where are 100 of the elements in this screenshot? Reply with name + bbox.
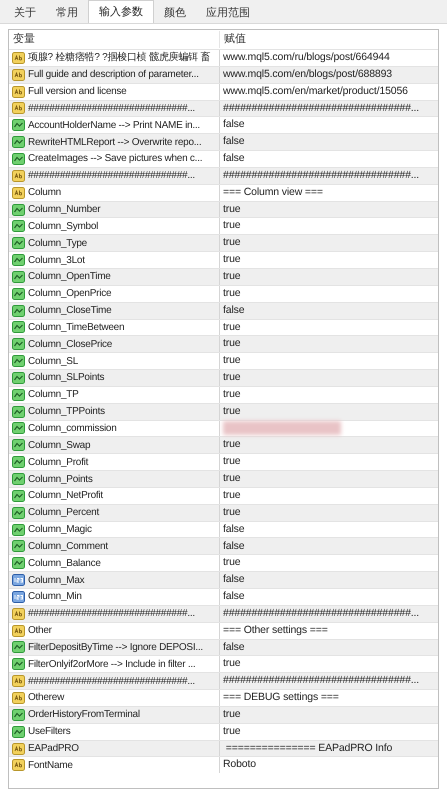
parameter-name: Column_OpenTime — [28, 270, 111, 284]
column-header: 变量 — [9, 31, 220, 48]
chart-type-icon — [12, 641, 25, 654]
parameter-name: Column_commission — [28, 422, 117, 436]
chart-type-icon — [12, 119, 25, 132]
parameter-name: UseFilters — [28, 725, 71, 740]
chart-type-icon — [12, 304, 25, 317]
parameter-value: true — [223, 706, 240, 722]
parameter-name: ##############################... — [28, 674, 195, 689]
parameter-name: CreateImages --> Save pictures when c... — [28, 152, 202, 166]
parameter-name: EAPadPRO — [28, 742, 79, 756]
parameter-name: FilterOnlyif2orMore --> Include in filter ... — [28, 658, 196, 672]
parameter-name: ##############################... — [28, 607, 195, 622]
text-type-icon — [12, 608, 25, 620]
text-type-icon — [12, 52, 25, 64]
parameter-value: #################################... — [223, 606, 420, 621]
parameter-value: true — [223, 202, 240, 217]
tab[interactable]: 应用范围 — [196, 3, 260, 23]
chart-type-icon — [12, 204, 25, 216]
column-header: 赋值 — [223, 32, 247, 48]
chart-type-icon — [12, 473, 25, 486]
parameter-value: true — [223, 286, 240, 301]
parameter-value: true — [223, 504, 240, 520]
chart-type-icon — [12, 220, 25, 232]
parameter-value: #################################... — [223, 673, 420, 688]
parameter-value: www.mql5.com/en/blogs/post/688893 — [223, 66, 392, 82]
parameter-name: Column_Balance — [28, 556, 101, 571]
parameter-value: === Column view === — [223, 184, 323, 200]
parameter-value: true — [223, 724, 240, 739]
parameter-name: Full version and license — [28, 85, 126, 100]
parameter-name: RewriteHTMLReport --> Overwrite repo... — [28, 136, 202, 150]
parameter-name: FilterDepositByTime --> Ignore DEPOSI... — [28, 640, 203, 655]
parameter-value: false — [223, 151, 244, 166]
parameter-name: Otherew — [28, 691, 64, 706]
chart-type-icon — [12, 658, 25, 670]
parameter-value: true — [223, 437, 240, 452]
parameter-name: Column_Min — [28, 590, 82, 604]
chart-type-icon — [12, 321, 25, 334]
parameter-name: Column_3Lot — [28, 254, 85, 268]
parameter-value: true — [223, 488, 240, 503]
chart-type-icon — [12, 439, 25, 452]
parameter-value: true — [223, 353, 240, 368]
text-type-icon — [12, 102, 25, 114]
parameter-name: Column_Magic — [28, 523, 92, 538]
tab[interactable]: 关于 — [4, 3, 46, 23]
text-type-icon — [12, 624, 25, 637]
parameter-name: Column_SLPoints — [28, 371, 104, 386]
chart-type-icon — [12, 270, 25, 283]
parameter-value: true — [223, 235, 240, 250]
parameter-name: Column_ClosePrice — [28, 338, 112, 352]
parameter-name: Column_TimeBetween — [28, 320, 124, 335]
parameter-name: Column_Points — [28, 472, 93, 487]
parameter-name: Column_Profit — [28, 456, 88, 470]
parameter-name: Column_NetProfit — [28, 489, 103, 504]
chart-type-icon — [12, 540, 25, 552]
parameter-name: ##############################... — [28, 169, 195, 184]
parameter-name: Column_CloseTime — [28, 304, 112, 318]
chart-type-icon — [12, 355, 25, 368]
parameter-value: true — [223, 656, 240, 672]
parameter-name: Column — [28, 186, 61, 200]
chart-type-icon — [12, 406, 25, 418]
parameter-name: ##############################... — [28, 102, 195, 116]
parameter-value: #################################... — [223, 168, 420, 183]
parameter-value: true — [223, 218, 240, 234]
parameter-value: true — [223, 454, 240, 470]
parameter-name: Column_OpenPrice — [28, 287, 112, 302]
parameter-name: FontName — [28, 758, 73, 773]
chart-type-icon — [12, 372, 25, 384]
chart-type-icon — [12, 557, 25, 570]
chart-type-icon — [12, 288, 25, 300]
chart-type-icon — [12, 422, 25, 434]
parameter-name: Column_Symbol — [28, 220, 98, 234]
parameter-name: AccountHolderName --> Print NAME in... — [28, 118, 200, 133]
tab[interactable]: 输入参数 — [88, 0, 154, 23]
parameter-value: true — [223, 370, 240, 386]
parameter-value: false — [223, 538, 244, 554]
parameter-name: Column_Comment — [28, 540, 108, 554]
parameter-value: false — [223, 589, 244, 604]
chart-type-icon — [12, 506, 25, 519]
parameter-name: Other — [28, 624, 52, 638]
parameter-value: true — [223, 555, 240, 570]
text-type-icon — [12, 742, 25, 755]
chart-type-icon — [12, 726, 25, 738]
chart-type-icon — [12, 388, 25, 401]
tab[interactable]: 颜色 — [154, 3, 196, 23]
text-type-icon — [12, 68, 25, 81]
parameter-name: Column_TPPoints — [28, 405, 105, 420]
tab[interactable]: 常用 — [46, 3, 88, 23]
parameter-value: true — [223, 336, 240, 352]
parameter-value: === Other settings === — [223, 622, 328, 638]
parameter-value: false — [223, 640, 244, 655]
parameter-value: true — [223, 404, 240, 419]
text-type-icon — [12, 170, 25, 182]
parameter-value: true — [223, 320, 240, 335]
parameter-value: === DEBUG settings === — [223, 690, 339, 706]
chart-type-icon — [12, 254, 25, 266]
parameter-name: Column_Type — [28, 236, 87, 251]
parameter-value: false — [223, 302, 244, 318]
chart-type-icon — [12, 136, 25, 148]
parameter-value: true — [223, 269, 240, 284]
